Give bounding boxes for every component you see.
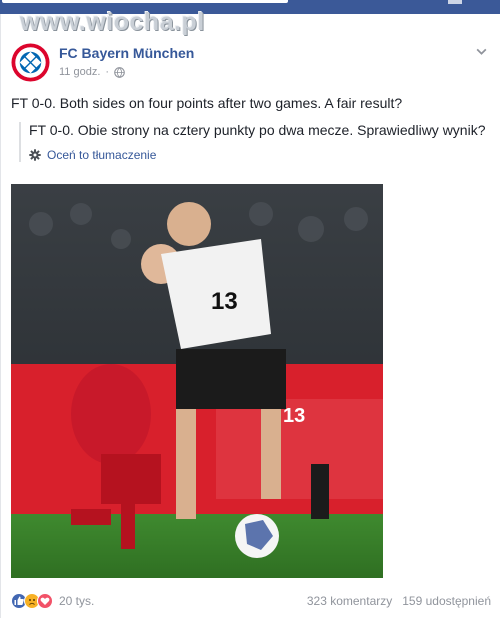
shorts-number: 13 — [283, 405, 305, 427]
rate-translation-link[interactable]: Oceń to tłumaczenie — [47, 148, 156, 162]
bayern-logo[interactable] — [11, 43, 50, 82]
post-timestamp[interactable]: 11 godz. — [59, 66, 100, 78]
post-text: FT 0-0. Both sides on four points after … — [11, 95, 403, 111]
search-bar-edge[interactable] — [2, 0, 288, 3]
watermark: www.wiocha.pl — [20, 8, 205, 36]
globe-icon — [114, 66, 125, 78]
football-photo: 13 13 — [11, 184, 383, 578]
translation-text: FT 0-0. Obie strony na cztery punkty po … — [29, 122, 486, 138]
jersey-number: 13 — [211, 288, 238, 315]
post-footer: 20 tys. 323 komentarzy 159 udostępnień — [11, 591, 491, 611]
shares-count[interactable]: 159 udostępnień — [402, 594, 491, 608]
translation-block: FT 0-0. Obie strony na cztery punkty po … — [19, 122, 489, 162]
engagement-counts: 323 komentarzy 159 udostępnień — [307, 594, 491, 608]
meta-separator: · — [105, 66, 110, 78]
chevron-down-icon[interactable] — [475, 45, 488, 58]
post-photo[interactable]: 13 13 — [11, 184, 383, 578]
gear-icon — [29, 149, 41, 161]
reaction-icons[interactable] — [11, 593, 53, 609]
comments-count[interactable]: 323 komentarzy — [307, 594, 392, 608]
profile-thumbnail[interactable] — [448, 0, 462, 4]
post-meta: 11 godz. · — [59, 66, 125, 78]
rate-translation[interactable]: Oceń to tłumaczenie — [29, 148, 489, 162]
page-name-link[interactable]: FC Bayern München — [59, 45, 194, 61]
reaction-count[interactable]: 20 tys. — [59, 594, 94, 608]
love-reaction-icon — [37, 593, 53, 609]
